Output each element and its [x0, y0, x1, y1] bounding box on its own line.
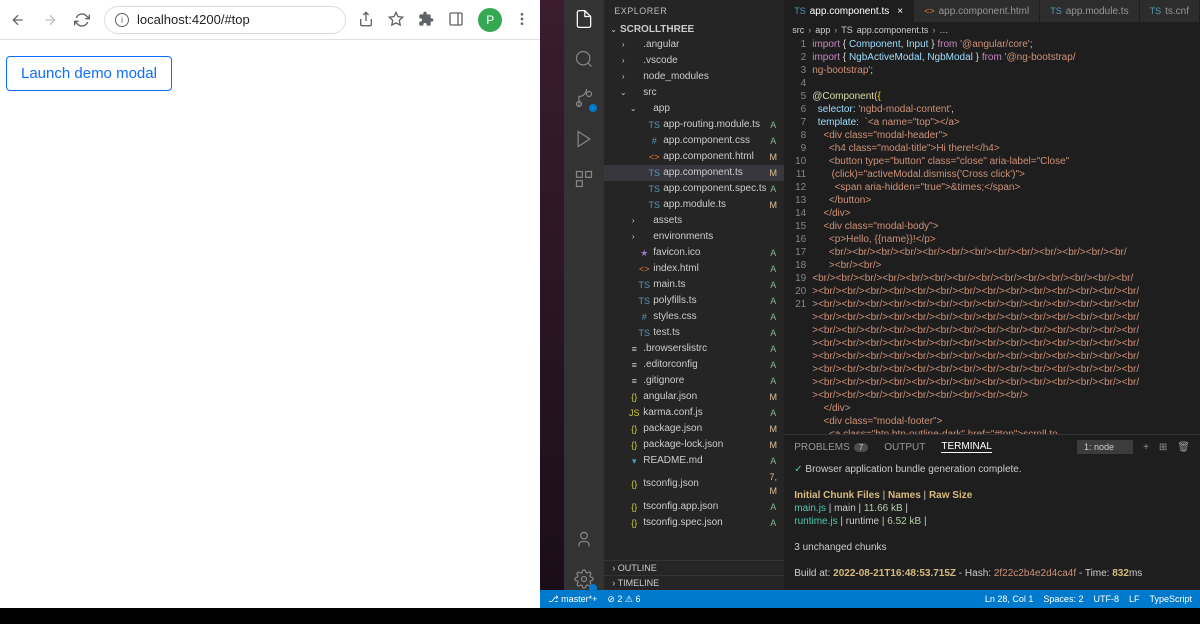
- folder-item[interactable]: ›assets: [604, 213, 784, 229]
- file-item[interactable]: TSapp.module.tsM: [604, 197, 784, 213]
- chrome-browser: i localhost:4200/#top P Launch demo moda…: [0, 0, 540, 608]
- file-item[interactable]: TSpolyfills.tsA: [604, 293, 784, 309]
- file-item[interactable]: ≡.editorconfigA: [604, 357, 784, 373]
- editor-tab[interactable]: TSapp.module.ts: [1040, 0, 1139, 22]
- file-item[interactable]: {}package-lock.jsonM: [604, 437, 784, 453]
- folder-item[interactable]: ⌄app: [604, 101, 784, 117]
- file-item[interactable]: <>app.component.htmlM: [604, 149, 784, 165]
- file-item[interactable]: JSkarma.conf.jsA: [604, 405, 784, 421]
- back-button[interactable]: [8, 10, 28, 30]
- problems-status[interactable]: ⊘ 2 ⚠ 6: [607, 594, 640, 605]
- indent-status[interactable]: Spaces: 2: [1043, 594, 1083, 604]
- menu-icon[interactable]: [514, 11, 532, 29]
- file-item[interactable]: ▾README.mdA: [604, 453, 784, 469]
- star-icon[interactable]: [388, 11, 406, 29]
- url-bar[interactable]: i localhost:4200/#top: [104, 6, 346, 34]
- activity-bar: [564, 0, 604, 590]
- share-icon[interactable]: [358, 11, 376, 29]
- file-item[interactable]: ★favicon.icoA: [604, 245, 784, 261]
- url-text: localhost:4200/#top: [137, 12, 250, 27]
- cursor-position[interactable]: Ln 28, Col 1: [985, 594, 1034, 604]
- profile-avatar[interactable]: P: [478, 8, 502, 32]
- status-bar: ⎇ master*+ ⊘ 2 ⚠ 6 Ln 28, Col 1 Spaces: …: [540, 590, 1200, 608]
- file-item[interactable]: {}tsconfig.spec.jsonA: [604, 515, 784, 531]
- folder-item[interactable]: ›.vscode: [604, 53, 784, 69]
- encoding-status[interactable]: UTF-8: [1093, 594, 1119, 604]
- extensions-icon[interactable]: [418, 11, 436, 29]
- editor-area: TSapp.component.ts×<>app.component.htmlT…: [784, 0, 1200, 590]
- folder-item[interactable]: ›environments: [604, 229, 784, 245]
- editor-tab[interactable]: <>app.component.html: [914, 0, 1040, 22]
- problems-tab[interactable]: PROBLEMS7: [794, 442, 868, 453]
- file-item[interactable]: TSapp-routing.module.tsA: [604, 117, 784, 133]
- folder-item[interactable]: ›.angular: [604, 37, 784, 53]
- file-item[interactable]: {}angular.jsonM: [604, 389, 784, 405]
- editor-tab[interactable]: TSts.cnf: [1140, 0, 1200, 22]
- file-item[interactable]: ≡.gitignoreA: [604, 373, 784, 389]
- explorer-icon[interactable]: [573, 8, 595, 30]
- settings-icon[interactable]: [573, 568, 595, 590]
- project-root[interactable]: ⌄SCROLLTHREE: [604, 22, 784, 37]
- file-item[interactable]: ≡.browserslistrcA: [604, 341, 784, 357]
- terminal-select[interactable]: 1: node: [1077, 440, 1133, 454]
- file-item[interactable]: <>index.htmlA: [604, 261, 784, 277]
- split-terminal-icon[interactable]: ⊞: [1159, 442, 1167, 453]
- kill-terminal-icon[interactable]: 🗑: [1177, 442, 1190, 453]
- file-item[interactable]: {}tsconfig.json7, M: [604, 469, 784, 499]
- folder-item[interactable]: ⌄src: [604, 85, 784, 101]
- launch-demo-modal-button[interactable]: Launch demo modal: [6, 56, 172, 91]
- panel-icon[interactable]: [448, 11, 466, 29]
- site-info-icon[interactable]: i: [115, 13, 129, 27]
- branch-status[interactable]: ⎇ master*+: [548, 594, 597, 605]
- timeline-section[interactable]: › TIMELINE: [604, 575, 784, 590]
- reload-button[interactable]: [72, 10, 92, 30]
- extensions-activity-icon[interactable]: [573, 168, 595, 190]
- folder-item[interactable]: ›node_modules: [604, 69, 784, 85]
- file-item[interactable]: TSapp.component.tsM: [604, 165, 784, 181]
- code-editor[interactable]: 123456789101112131415161718192021 import…: [784, 38, 1200, 434]
- browser-toolbar: i localhost:4200/#top P: [0, 0, 540, 40]
- forward-button[interactable]: [40, 10, 60, 30]
- file-tree: ›.angular›.vscode›node_modules⌄src⌄appTS…: [604, 37, 784, 560]
- eol-status[interactable]: LF: [1129, 594, 1140, 604]
- output-tab[interactable]: OUTPUT: [884, 442, 925, 453]
- window-edge: [540, 0, 564, 590]
- new-terminal-icon[interactable]: +: [1143, 442, 1149, 453]
- editor-tabs: TSapp.component.ts×<>app.component.htmlT…: [784, 0, 1200, 22]
- terminal-panel: PROBLEMS7 OUTPUT TERMINAL 1: node + ⊞ 🗑 …: [784, 434, 1200, 590]
- file-item[interactable]: TSmain.tsA: [604, 277, 784, 293]
- file-item[interactable]: #app.component.cssA: [604, 133, 784, 149]
- file-item[interactable]: TSapp.component.spec.tsA: [604, 181, 784, 197]
- debug-icon[interactable]: [573, 128, 595, 150]
- accounts-icon[interactable]: [573, 528, 595, 550]
- file-item[interactable]: #styles.cssA: [604, 309, 784, 325]
- terminal-body[interactable]: ✓ Browser application bundle generation …: [784, 459, 1200, 590]
- explorer-title: EXPLORER: [604, 0, 784, 22]
- outline-section[interactable]: › OUTLINE: [604, 560, 784, 575]
- breadcrumb[interactable]: src › app › TS app.component.ts › …: [784, 22, 1200, 38]
- explorer-sidebar: EXPLORER ⌄SCROLLTHREE ›.angular›.vscode›…: [604, 0, 784, 590]
- file-item[interactable]: {}package.jsonM: [604, 421, 784, 437]
- source-control-icon[interactable]: [573, 88, 595, 110]
- browser-viewport: Launch demo modal: [0, 40, 540, 608]
- file-item[interactable]: TStest.tsA: [604, 325, 784, 341]
- vscode-window: EXPLORER ⌄SCROLLTHREE ›.angular›.vscode›…: [540, 0, 1200, 608]
- search-icon[interactable]: [573, 48, 595, 70]
- language-status[interactable]: TypeScript: [1149, 594, 1192, 604]
- terminal-tab[interactable]: TERMINAL: [941, 441, 992, 453]
- editor-tab[interactable]: TSapp.component.ts×: [784, 0, 914, 22]
- file-item[interactable]: {}tsconfig.app.jsonA: [604, 499, 784, 515]
